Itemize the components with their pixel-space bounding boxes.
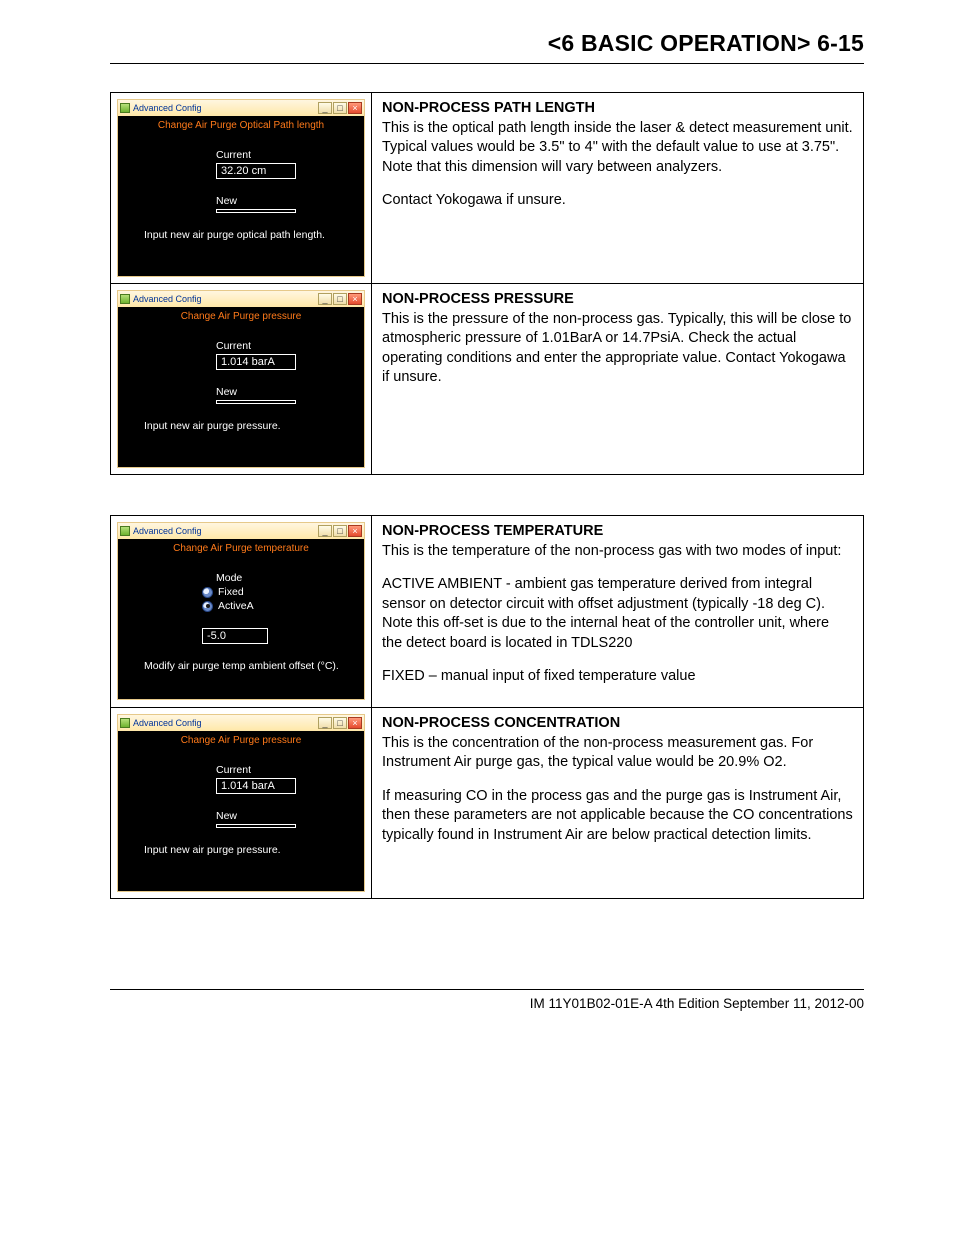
app-icon [120, 103, 130, 113]
dialog-temperature: Advanced Config _ □ × Change Air Purge t… [117, 522, 365, 700]
table-1: Advanced Config _ □ × Change Air Purge O… [110, 92, 864, 475]
new-label: New [216, 386, 356, 398]
dialog-pressure: Advanced Config _ □ × Change Air Purge p… [117, 290, 365, 468]
desc-body: This is the optical path length inside t… [382, 119, 853, 178]
maximize-button[interactable]: □ [333, 525, 347, 537]
app-icon [120, 294, 130, 304]
desc-body: This is the temperature of the non-proce… [382, 542, 853, 562]
current-value: 1.014 barA [216, 354, 296, 370]
desc-body2: If measuring CO in the process gas and t… [382, 787, 853, 846]
minimize-button[interactable]: _ [318, 525, 332, 537]
desc-body2: Contact Yokogawa if unsure. [382, 191, 853, 211]
maximize-button[interactable]: □ [333, 293, 347, 305]
desc-body: This is the concentration of the non-pro… [382, 734, 853, 773]
window-title: Advanced Config [133, 718, 202, 728]
radio-fixed[interactable] [202, 587, 213, 598]
radio-active[interactable] [202, 601, 213, 612]
current-value: 32.20 cm [216, 163, 296, 179]
app-icon [120, 718, 130, 728]
radio-fixed-label: Fixed [218, 586, 244, 598]
dialog-path-length: Advanced Config _ □ × Change Air Purge O… [117, 99, 365, 277]
dialog-subtitle: Change Air Purge pressure [126, 311, 356, 322]
instruction-text: Modify air purge temp ambient offset (°C… [144, 660, 356, 672]
dialog-subtitle: Change Air Purge temperature [126, 543, 356, 554]
current-value: 1.014 barA [216, 778, 296, 794]
window-title: Advanced Config [133, 526, 202, 536]
instruction-text: Input new air purge optical path length. [144, 229, 356, 241]
app-icon [120, 526, 130, 536]
maximize-button[interactable]: □ [333, 717, 347, 729]
desc-title: Non-Process Pressure [382, 291, 574, 307]
current-label: Current [216, 149, 356, 161]
new-input[interactable] [216, 824, 296, 828]
new-input[interactable] [216, 209, 296, 213]
current-label: Current [216, 764, 356, 776]
offset-input[interactable]: -5.0 [202, 628, 268, 644]
dialog-subtitle: Change Air Purge pressure [126, 735, 356, 746]
page-footer: IM 11Y01B02-01E-A 4th Edition September … [110, 989, 864, 1011]
close-button[interactable]: × [348, 293, 362, 305]
desc-title: Non-Process Concentration [382, 715, 620, 731]
dialog-subtitle: Change Air Purge Optical Path length [126, 120, 356, 131]
minimize-button[interactable]: _ [318, 717, 332, 729]
desc-body: This is the pressure of the non-process … [382, 310, 853, 388]
new-label: New [216, 195, 356, 207]
desc-title: Non-Process Temperature [382, 523, 603, 539]
new-input[interactable] [216, 400, 296, 404]
dialog-concentration: Advanced Config _ □ × Change Air Purge p… [117, 714, 365, 892]
desc-title: Non-Process Path Length [382, 100, 595, 116]
instruction-text: Input new air purge pressure. [144, 844, 356, 856]
mode-label: Mode [216, 572, 356, 584]
close-button[interactable]: × [348, 717, 362, 729]
minimize-button[interactable]: _ [318, 102, 332, 114]
desc-body2: ACTIVE AMBIENT - ambient gas temperature… [382, 575, 853, 653]
page-header: <6 BASIC OPERATION> 6-15 [110, 30, 864, 64]
current-label: Current [216, 340, 356, 352]
window-title: Advanced Config [133, 294, 202, 304]
instruction-text: Input new air purge pressure. [144, 420, 356, 432]
desc-body3: FIXED – manual input of fixed temperatur… [382, 667, 853, 687]
window-title: Advanced Config [133, 103, 202, 113]
table-2: Advanced Config _ □ × Change Air Purge t… [110, 515, 864, 899]
close-button[interactable]: × [348, 525, 362, 537]
radio-active-label: ActiveA [218, 600, 254, 612]
close-button[interactable]: × [348, 102, 362, 114]
new-label: New [216, 810, 356, 822]
minimize-button[interactable]: _ [318, 293, 332, 305]
maximize-button[interactable]: □ [333, 102, 347, 114]
